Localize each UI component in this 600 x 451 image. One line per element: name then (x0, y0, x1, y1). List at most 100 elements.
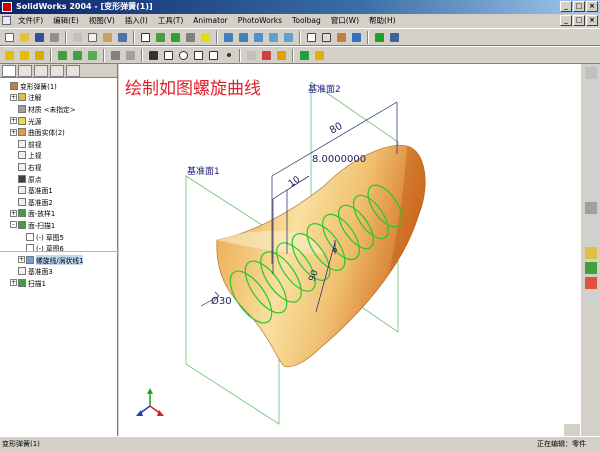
document-icon[interactable] (2, 16, 11, 25)
display-icon[interactable] (585, 247, 597, 259)
fillet-icon[interactable] (585, 232, 597, 244)
new-icon[interactable] (3, 31, 16, 44)
cut-icon[interactable] (71, 31, 84, 44)
dimension-10-value[interactable]: 10 (287, 175, 302, 190)
menu-help[interactable]: 帮助(H) (365, 15, 400, 26)
reference-geometry-icon[interactable] (109, 49, 122, 62)
spline-icon[interactable] (207, 49, 220, 62)
options-icon[interactable] (184, 31, 197, 44)
section-view-icon[interactable] (350, 31, 363, 44)
sketch-icon[interactable] (585, 67, 597, 79)
circle-icon[interactable] (585, 112, 597, 124)
centerline-icon[interactable] (585, 172, 597, 184)
offset-icon[interactable] (275, 49, 288, 62)
fillet-icon[interactable] (71, 49, 84, 62)
sweep-icon[interactable] (33, 49, 46, 62)
hidden-lines-icon[interactable] (320, 31, 333, 44)
doc-minimize-button[interactable]: _ (560, 15, 572, 26)
menu-insert[interactable]: 插入(I) (121, 15, 152, 26)
tree-item[interactable]: 基准面2 (0, 196, 117, 208)
tree-item[interactable]: - 面-扫描1 (0, 219, 117, 231)
tree-item[interactable]: + 扫描1 (0, 277, 117, 289)
feature-tree-tab[interactable] (2, 65, 16, 77)
rectangle-icon[interactable] (162, 49, 175, 62)
trim-icon[interactable] (260, 49, 273, 62)
copy-icon[interactable] (86, 31, 99, 44)
zoom-area-icon[interactable] (237, 31, 250, 44)
line-icon[interactable] (585, 82, 597, 94)
help-icon[interactable] (199, 31, 212, 44)
animator-tab[interactable] (66, 65, 80, 77)
smart-dimension-icon[interactable] (245, 49, 258, 62)
menu-edit[interactable]: 编辑(E) (49, 15, 83, 26)
resize-corner[interactable] (564, 424, 580, 436)
undo-icon[interactable] (116, 31, 129, 44)
line-icon[interactable] (147, 49, 160, 62)
rectangle-icon[interactable] (585, 97, 597, 109)
mirror-icon[interactable] (313, 49, 326, 62)
select-icon[interactable] (139, 31, 152, 44)
menu-toolbag[interactable]: Toolbag (288, 16, 325, 25)
spline-icon[interactable] (585, 157, 597, 169)
pan-icon[interactable] (282, 31, 295, 44)
view-orientation-icon[interactable] (373, 31, 386, 44)
shell-icon[interactable] (86, 49, 99, 62)
zoom-in-icon[interactable] (252, 31, 265, 44)
shaded-icon[interactable] (335, 31, 348, 44)
maximize-button[interactable]: □ (573, 1, 585, 12)
relations-icon[interactable] (298, 49, 311, 62)
open-icon[interactable] (18, 31, 31, 44)
expand-icon[interactable]: + (10, 117, 17, 125)
save-icon[interactable] (33, 31, 46, 44)
configuration-manager-tab[interactable] (34, 65, 48, 77)
expand-icon[interactable]: + (10, 209, 17, 217)
tree-item[interactable]: 基准面3 (0, 266, 117, 278)
dimension-8-value[interactable]: 8.0000000 (312, 154, 366, 165)
tree-item[interactable]: 右视 (0, 161, 117, 173)
menu-file[interactable]: 文件(F) (14, 15, 47, 26)
tree-item[interactable]: + 面-放样1 (0, 208, 117, 220)
menu-tools[interactable]: 工具(T) (154, 15, 187, 26)
collapse-icon[interactable]: - (10, 221, 17, 229)
rollback-bar[interactable] (0, 251, 118, 252)
expand-icon[interactable]: + (10, 279, 17, 287)
close-button[interactable]: × (586, 1, 598, 12)
polygon-icon[interactable] (585, 142, 597, 154)
rotate-icon[interactable] (267, 31, 280, 44)
minimize-button[interactable]: _ (560, 1, 572, 12)
tree-item[interactable]: 前视 (0, 138, 117, 150)
tree-item[interactable]: + 曲面实体(2) (0, 126, 117, 138)
menu-view[interactable]: 视图(V) (85, 15, 119, 26)
tree-item[interactable]: 基准面1 (0, 184, 117, 196)
tree-item[interactable]: + 注解 (0, 92, 117, 104)
tree-item[interactable]: (-) 草图6 (0, 242, 117, 254)
color-icon[interactable] (585, 262, 597, 274)
revolve-icon[interactable] (18, 49, 31, 62)
curves-icon[interactable] (124, 49, 137, 62)
tree-item[interactable]: 材质 <未指定> (0, 103, 117, 115)
point-icon[interactable] (222, 49, 235, 62)
graphics-area[interactable]: 绘制如图螺旋曲线 基准面2 基准面1 80 8.0000000 10 90 Ø3… (119, 64, 580, 436)
tree-item[interactable]: 上视 (0, 150, 117, 162)
arc-icon[interactable] (192, 49, 205, 62)
wireframe-icon[interactable] (305, 31, 318, 44)
doc-restore-button[interactable]: □ (573, 15, 585, 26)
extrude-icon[interactable] (3, 49, 16, 62)
dimension-diameter-30-value[interactable]: Ø30 (211, 295, 232, 307)
material-icon[interactable] (585, 277, 597, 289)
tree-item[interactable]: (-) 草图5 (0, 231, 117, 243)
menu-photoworks[interactable]: PhotoWorks (234, 16, 286, 25)
paste-icon[interactable] (101, 31, 114, 44)
tree-item[interactable]: 原点 (0, 173, 117, 185)
tree-item[interactable]: 变形弹簧(1) (0, 80, 117, 92)
circle-icon[interactable] (177, 49, 190, 62)
cursor-icon[interactable] (585, 292, 597, 304)
property-manager-tab[interactable] (18, 65, 32, 77)
expand-icon[interactable]: + (10, 93, 17, 101)
menu-window[interactable]: 窗口(W) (327, 15, 363, 26)
mirror-icon[interactable] (585, 217, 597, 229)
expand-icon[interactable]: + (10, 128, 17, 136)
menu-animator[interactable]: Animator (189, 16, 231, 25)
tree-item[interactable]: + 光源 (0, 115, 117, 127)
text-icon[interactable] (585, 187, 597, 199)
